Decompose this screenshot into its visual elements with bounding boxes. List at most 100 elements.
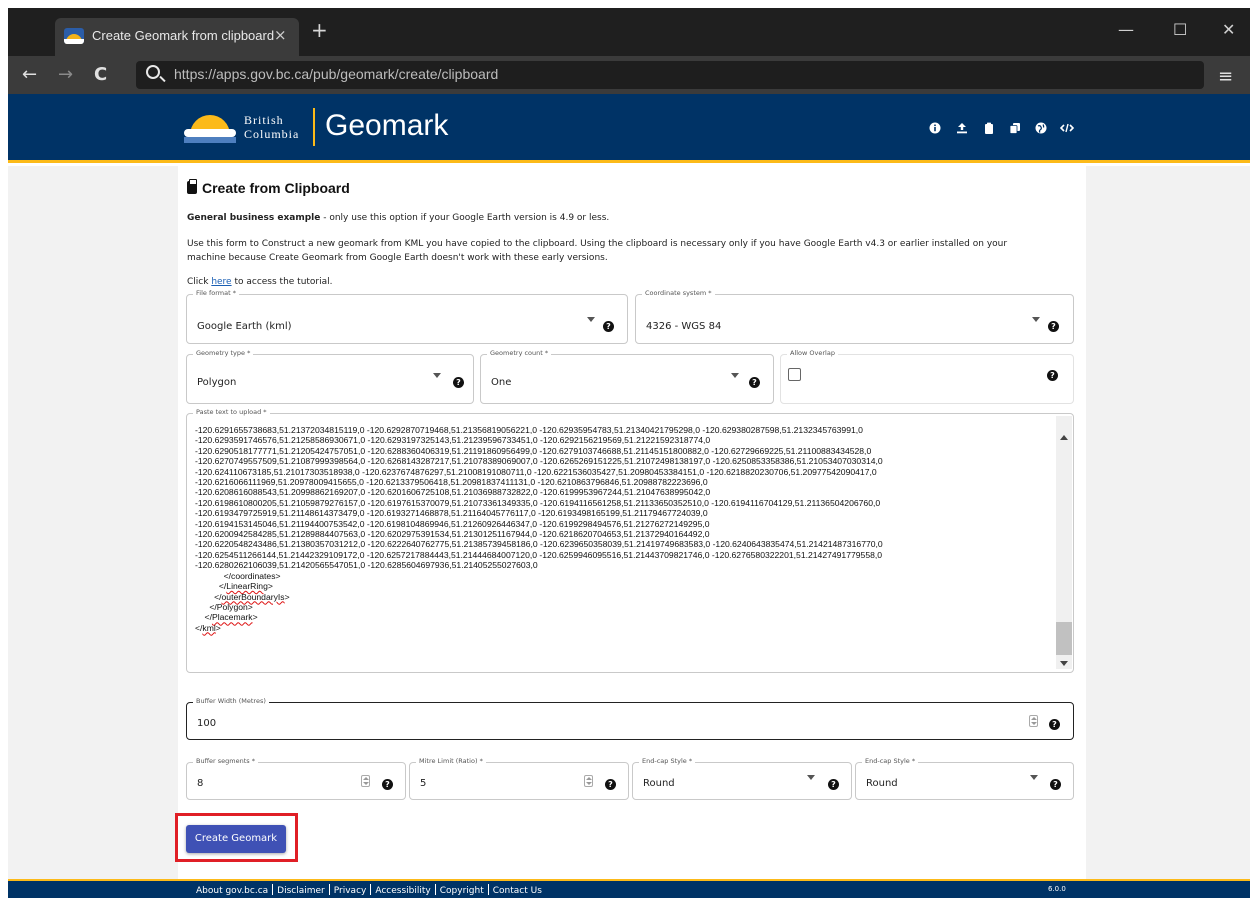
scroll-down-icon[interactable] (1060, 661, 1068, 666)
clipboard-icon[interactable] (983, 122, 995, 134)
geometry-type-value: Polygon (197, 377, 237, 388)
back-icon[interactable]: ← (22, 64, 37, 85)
buffer-segments-input[interactable]: Buffer segments * 8 ? (186, 757, 406, 800)
upload-icon[interactable] (956, 122, 968, 134)
buffer-segments-label: Buffer segments * (193, 757, 259, 765)
site-footer: About gov.bc.ca Disclaimer Privacy Accessib… (8, 879, 1250, 898)
site-title[interactable]: Geomark (325, 109, 448, 143)
paste-text-line: -120.6293591746576,51.21258586930671,0 -… (195, 435, 711, 446)
footer-links: About gov.bc.ca Disclaimer Privacy Accessib… (196, 884, 542, 896)
footer-link[interactable]: Privacy (334, 886, 367, 896)
paste-text-line: -120.6291655738683,51.21372034815119,0 -… (195, 425, 863, 435)
paste-text-line: -120.6280262106039,51.21420565547051,0 -… (195, 560, 538, 571)
buffer-segments-spinner[interactable] (361, 775, 370, 787)
footer-link[interactable]: About gov.bc.ca (196, 886, 268, 896)
footer-separator (487, 884, 489, 895)
search-icon (146, 65, 160, 79)
paste-text-content: -120.6291655738683,51.21372034815119,0 -… (195, 425, 1045, 665)
mitre-limit-label: Mitre Limit (Ratio) * (416, 757, 486, 765)
allow-overlap-label: Allow Overlap (787, 349, 838, 357)
help-icon[interactable]: ? (603, 321, 614, 332)
chevron-down-icon (731, 373, 739, 378)
paste-text-line: </coordinates> (195, 570, 281, 581)
help-icon[interactable]: ? (1047, 370, 1058, 381)
reload-icon[interactable]: C (94, 64, 107, 85)
tab-title: Create Geomark from clipboard (92, 28, 275, 43)
logo-text-columbia: Columbia (244, 127, 300, 141)
url-text: https://apps.gov.bc.ca/pub/geomark/creat… (174, 66, 499, 82)
textarea-scroll-thumb[interactable] (1056, 622, 1072, 655)
logo-separator (313, 108, 315, 146)
allow-overlap-checkbox[interactable] (788, 368, 801, 381)
code-icon[interactable] (1059, 122, 1075, 134)
chevron-down-icon (587, 317, 595, 322)
file-format-select[interactable]: File format * Google Earth (kml) ? (186, 289, 628, 344)
coordinate-system-select[interactable]: Coordinate system * 4326 - WGS 84 ? (635, 289, 1074, 344)
buffer-width-spinner[interactable] (1029, 715, 1038, 727)
screen-top-strip (0, 0, 1250, 8)
footer-link[interactable]: Accessibility (375, 886, 430, 896)
help-icon[interactable]: ? (605, 779, 616, 790)
paste-text-area[interactable]: Paste text to upload * -120.629165573868… (186, 408, 1074, 673)
mitre-limit-spinner[interactable] (584, 775, 593, 787)
url-input[interactable]: https://apps.gov.bc.ca/pub/geomark/creat… (136, 61, 1204, 89)
chevron-down-icon (1032, 317, 1040, 322)
maximize-icon[interactable]: ☐ (1173, 20, 1187, 39)
tab-close-icon[interactable]: × (274, 26, 287, 44)
tutorial-link[interactable]: here (211, 277, 231, 287)
copy-icon[interactable] (1009, 122, 1021, 134)
paste-text-line: -120.624110673185,51.21017303518938,0 -1… (195, 466, 877, 477)
annotation-highlight-box (175, 813, 298, 862)
paste-text-line: -120.6200942584285,51.21289884407563,0 -… (195, 529, 710, 540)
paste-text-line: </LinearRing> (195, 581, 273, 592)
join-style-label: End-cap Style * (862, 757, 919, 765)
scroll-up-icon[interactable] (1060, 435, 1068, 440)
minimize-icon[interactable]: — (1118, 20, 1134, 39)
paste-text-line: -120.6216066111969,51.20978009415655,0 -… (195, 477, 708, 488)
clipboard-title-icon (187, 179, 197, 194)
address-bar-row: ← → C https://apps.gov.bc.ca/pub/geomark… (8, 56, 1250, 94)
paste-text-line: -120.6208616088543,51.20998862169207,0 -… (195, 487, 711, 498)
tutorial-line: Click here to access the tutorial. (187, 277, 333, 287)
geometry-type-select[interactable]: Geometry type * Polygon ? (186, 349, 474, 404)
mitre-limit-value: 5 (420, 778, 427, 789)
paste-text-line: -120.6270749557509,51.21087999398564,0 -… (195, 456, 883, 467)
footer-separator (328, 884, 330, 895)
bc-logo-icon[interactable] (184, 109, 236, 143)
footer-separator (272, 884, 274, 895)
geometry-count-select[interactable]: Geometry count * One ? (480, 349, 774, 404)
coordinate-system-value: 4326 - WGS 84 (646, 321, 722, 332)
buffer-segments-value: 8 (197, 778, 204, 789)
help-icon[interactable]: ? (382, 779, 393, 790)
join-style-select[interactable]: End-cap Style * Round ? (855, 757, 1074, 800)
menu-icon[interactable]: ≡ (1218, 66, 1233, 87)
mitre-limit-input[interactable]: Mitre Limit (Ratio) * 5 ? (409, 757, 629, 800)
footer-link[interactable]: Contact Us (493, 886, 542, 896)
forward-icon[interactable]: → (58, 64, 73, 85)
footer-separator (370, 884, 372, 895)
browser-tab[interactable]: Create Geomark from clipboard × (55, 18, 299, 56)
help-icon[interactable]: ? (453, 377, 464, 388)
paste-text-line: -120.6193479725919,51.21148614373479,0 -… (195, 508, 708, 519)
page-title: Create from Clipboard (187, 179, 350, 196)
close-window-icon[interactable]: ✕ (1222, 20, 1235, 39)
logo-text-british: British (244, 113, 284, 127)
chevron-down-icon (807, 775, 815, 780)
geometry-count-label: Geometry count * (487, 349, 552, 357)
coordinate-system-label: Coordinate system * (642, 289, 715, 297)
paste-text-line: -120.6198610800205,51.21059879276157,0 -… (195, 497, 881, 508)
footer-link[interactable]: Disclaimer (277, 886, 325, 896)
help-icon[interactable]: ? (1050, 779, 1061, 790)
globe-icon[interactable] (1035, 122, 1047, 134)
footer-link[interactable]: Copyright (440, 886, 484, 896)
help-icon[interactable]: ? (1049, 719, 1060, 730)
help-icon[interactable]: ? (828, 779, 839, 790)
info-icon[interactable] (929, 122, 941, 134)
help-icon[interactable]: ? (749, 377, 760, 388)
new-tab-icon[interactable]: + (311, 20, 328, 40)
end-cap-style-select[interactable]: End-cap Style * Round ? (632, 757, 852, 800)
paste-text-line: </kml> (195, 622, 221, 633)
buffer-width-input[interactable]: Buffer Width (Metres) 100 ? (186, 697, 1074, 740)
footer-separator (434, 884, 436, 895)
help-icon[interactable]: ? (1048, 321, 1059, 332)
